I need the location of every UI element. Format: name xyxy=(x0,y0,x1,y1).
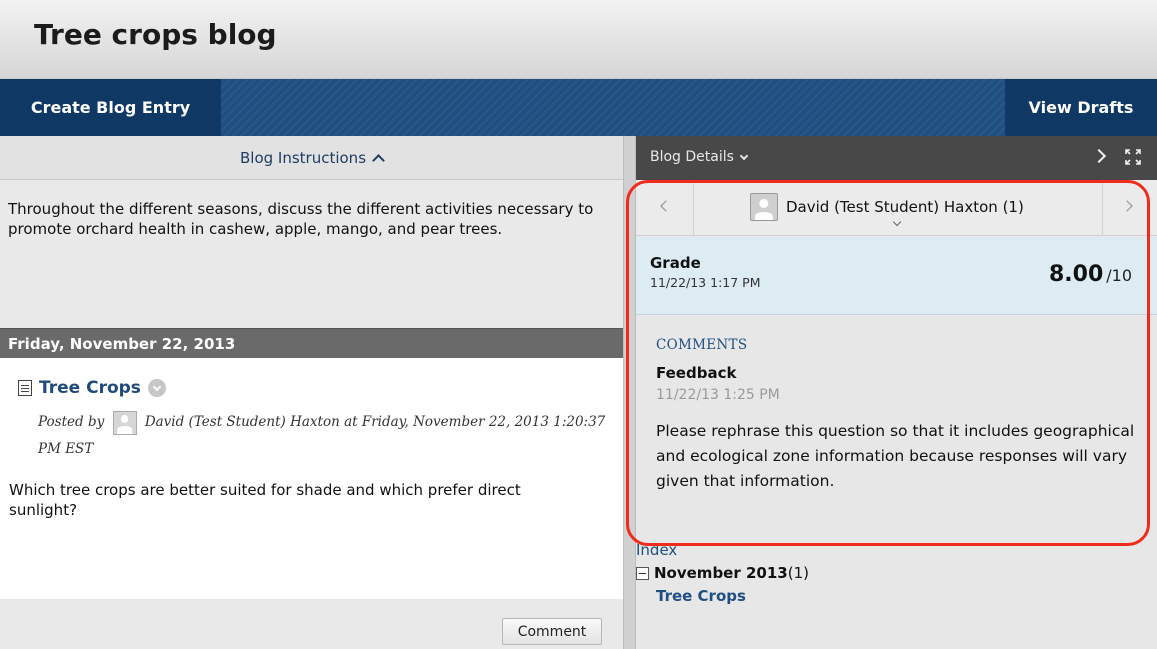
grade-score: 8.00 /10 xyxy=(1049,262,1132,287)
previous-student-button[interactable] xyxy=(636,180,694,236)
index-post-link[interactable]: Tree Crops xyxy=(656,587,746,605)
chevron-left-icon xyxy=(660,200,672,212)
chevron-right-icon xyxy=(1121,200,1133,212)
comment-bar: Comment xyxy=(0,599,623,649)
view-drafts-button[interactable]: View Drafts xyxy=(1005,79,1157,136)
entry-byline: Posted by David (Test Student) Haxton at… xyxy=(38,409,608,463)
blog-main-column: Blog Instructions Throughout the differe… xyxy=(0,136,623,649)
blog-details-header: Blog Details xyxy=(636,136,1157,180)
student-avatar xyxy=(750,193,778,221)
student-name: David (Test Student) Haxton (1) xyxy=(786,198,1024,216)
author-avatar xyxy=(112,410,137,435)
comment-button[interactable]: Comment xyxy=(502,618,602,645)
grade-panel: Grade 11/22/13 1:17 PM 8.00 /10 xyxy=(636,237,1157,315)
entry-body: Which tree crops are better suited for s… xyxy=(9,481,521,519)
chevron-down-icon xyxy=(739,151,749,160)
create-blog-entry-button[interactable]: Create Blog Entry xyxy=(0,79,221,136)
entry-author: David (Test Student) Haxton xyxy=(144,414,340,430)
index-month: November 2013 xyxy=(654,564,788,582)
page-title: Tree crops blog xyxy=(34,18,277,51)
next-student-button[interactable] xyxy=(1102,180,1157,236)
grade-max: /10 xyxy=(1106,266,1132,285)
collapse-month-icon[interactable] xyxy=(636,566,649,580)
blog-details-sidebar: Blog Details David (Test Student) Haxton… xyxy=(636,136,1157,649)
comments-heading: COMMENTS xyxy=(656,337,748,353)
grade-label: Grade xyxy=(650,254,701,272)
column-splitter[interactable] xyxy=(623,136,636,649)
student-navigator: David (Test Student) Haxton (1) xyxy=(636,180,1157,236)
title-bar: Tree crops blog xyxy=(0,0,1157,79)
grade-value: 8.00 xyxy=(1048,262,1104,287)
blog-instructions-toggle[interactable]: Blog Instructions xyxy=(0,136,623,180)
entry-options-menu-icon[interactable] xyxy=(147,379,166,397)
action-bar: Create Blog Entry View Drafts xyxy=(0,79,1157,136)
entry-title-link[interactable]: Tree Crops xyxy=(39,378,141,398)
feedback-title: Feedback xyxy=(656,364,737,382)
feedback-date: 11/22/13 1:25 PM xyxy=(656,387,780,403)
blog-entry: Tree Crops Posted by David (Test Student… xyxy=(0,358,623,599)
collapse-sidebar-icon[interactable] xyxy=(1091,148,1107,164)
chevron-up-icon xyxy=(372,153,385,167)
blog-instructions-text: Throughout the different seasons, discus… xyxy=(8,200,594,238)
expand-icon[interactable] xyxy=(1124,148,1142,166)
student-selector[interactable]: David (Test Student) Haxton (1) xyxy=(750,193,1024,221)
entry-title-row: Tree Crops xyxy=(18,378,166,398)
index-month-count: (1) xyxy=(787,564,809,582)
posted-by-label: Posted by xyxy=(38,414,105,430)
entry-date-header: Friday, November 22, 2013 xyxy=(0,328,623,358)
blog-instructions-label: Blog Instructions xyxy=(239,148,367,167)
feedback-text: Please rephrase this question so that it… xyxy=(656,422,1135,490)
index-month-row: November 2013(1) xyxy=(636,564,809,582)
blog-details-label: Blog Details xyxy=(650,149,734,165)
document-icon xyxy=(18,380,32,396)
grade-date: 11/22/13 1:17 PM xyxy=(650,275,761,290)
blog-details-toggle[interactable]: Blog Details xyxy=(650,149,749,165)
index-link[interactable]: Index xyxy=(636,541,677,559)
blog-instructions-panel: Throughout the different seasons, discus… xyxy=(0,180,623,328)
